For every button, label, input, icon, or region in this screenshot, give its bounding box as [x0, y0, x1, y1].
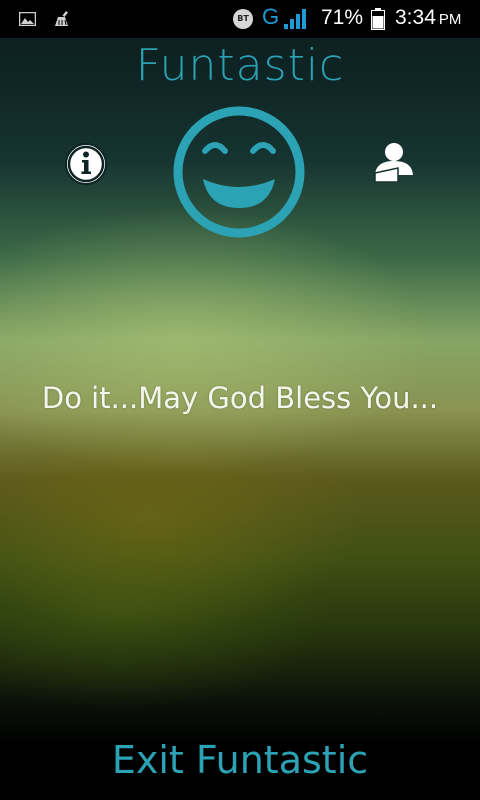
gallery-icon — [18, 11, 37, 30]
cleaner-icon — [55, 11, 73, 31]
smiley-face-icon — [172, 105, 306, 239]
battery-percent: 71% — [321, 6, 364, 29]
status-bar: BT G 71% 3:34 PM — [0, 0, 480, 38]
clock-time: 3:34 — [395, 6, 436, 29]
battery-icon — [371, 8, 385, 34]
profile-button[interactable] — [371, 140, 417, 186]
network-type-label: G — [262, 4, 280, 29]
clock: 3:34 PM — [395, 6, 461, 30]
app-screen: BT G 71% 3:34 PM Funtastic Do it...May G… — [0, 0, 480, 800]
signal-strength-icon — [284, 9, 308, 33]
user-profile-icon — [374, 143, 413, 183]
exit-button[interactable]: Exit Funtastic — [0, 735, 480, 785]
bluetooth-icon: BT — [233, 9, 253, 29]
blessing-message: Do it...May God Bless You... — [41, 381, 439, 415]
app-title: Funtastic — [135, 40, 345, 91]
info-icon — [65, 143, 107, 185]
info-button[interactable] — [63, 141, 109, 187]
clock-ampm: PM — [438, 11, 462, 28]
